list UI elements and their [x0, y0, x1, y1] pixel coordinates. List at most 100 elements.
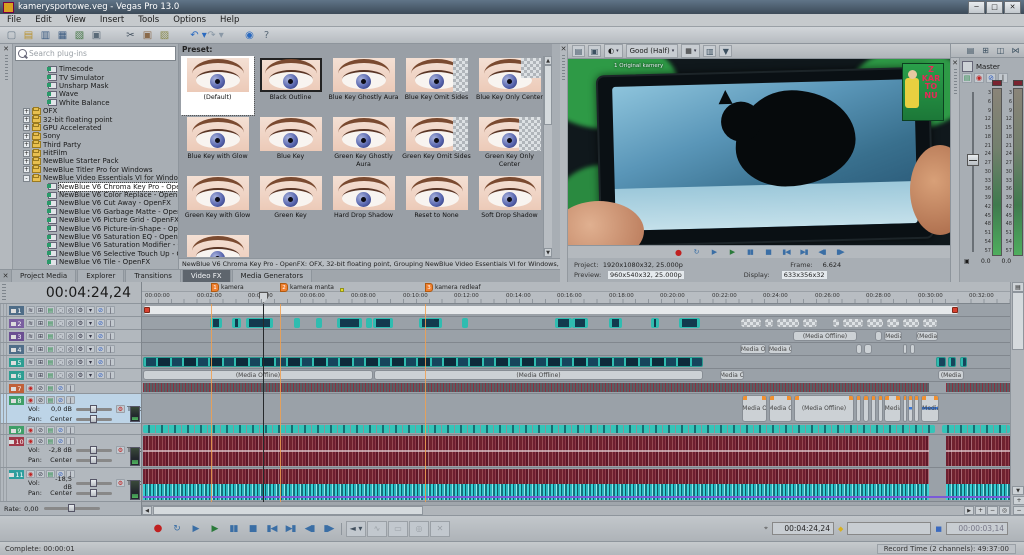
- stop-button[interactable]: ■: [761, 247, 776, 258]
- loop-playback-button[interactable]: ↻: [689, 247, 704, 258]
- bypass-motion-blur-icon[interactable]: ≋: [26, 358, 35, 366]
- track-header[interactable]: 8 ≋⊞▤◌◎⚙▾⊘❘ ◉⊘▤⊘❘ ◉ ⊘ ▤ ⊘ ❘: [0, 394, 141, 424]
- dock-tab[interactable]: Media Generators: [232, 269, 312, 282]
- timeline-event[interactable]: [144, 307, 150, 313]
- timeline-event[interactable]: (Media: [916, 331, 938, 341]
- timeline-event[interactable]: [866, 318, 884, 328]
- menu-item[interactable]: Tools: [131, 14, 166, 27]
- timeline-event[interactable]: [903, 395, 907, 422]
- bypass-motion-blur-icon[interactable]: ≋: [26, 332, 35, 340]
- mixer-properties-button[interactable]: ⋈: [1009, 45, 1022, 56]
- play-button[interactable]: ▶: [205, 521, 224, 537]
- timeline-event[interactable]: (Media Of: [769, 395, 792, 422]
- timeline-event[interactable]: [936, 357, 946, 367]
- whats-this-help-button[interactable]: ?: [258, 28, 275, 43]
- tree-item[interactable]: + NewBlue Titler Pro for Windows: [15, 166, 178, 174]
- dock-tab[interactable]: Explorer: [77, 269, 124, 282]
- automation-settings-icon[interactable]: ❘: [106, 332, 115, 340]
- bypass-motion-blur-icon[interactable]: ≋: [26, 319, 35, 327]
- tree-item[interactable]: NewBlue V6 Chroma Key Pro - OpenFX: [15, 182, 178, 190]
- timeline-event[interactable]: [886, 318, 900, 328]
- master-fader[interactable]: [967, 92, 979, 252]
- automation-settings-icon[interactable]: ❘: [106, 345, 115, 353]
- slider-knob[interactable]: [90, 415, 97, 423]
- timeline-marker[interactable]: 1 kamera: [211, 282, 244, 292]
- tree-item[interactable]: + Third Party: [15, 141, 178, 149]
- track-number-badge[interactable]: 5: [9, 358, 24, 367]
- track-zoom-out-button[interactable]: −: [1013, 506, 1024, 515]
- timeline-event[interactable]: [878, 395, 883, 422]
- timeline-event[interactable]: [143, 305, 959, 315]
- preset-scrollbar[interactable]: ▲ ▼: [543, 56, 552, 257]
- solo-icon[interactable]: ◎: [66, 358, 75, 366]
- tree-item[interactable]: Timecode: [15, 65, 178, 73]
- automation-mode-icon[interactable]: ⚙: [116, 446, 125, 454]
- timeline-event[interactable]: [246, 318, 273, 328]
- track-header[interactable]: 10 ≋⊞▤◌◎⚙▾⊘❘ ◉⊘▤⊘❘ ◉ ⊘ ▤ ⊘: [0, 435, 141, 468]
- mute-icon[interactable]: ⊘: [56, 384, 65, 392]
- dock-tab[interactable]: Video FX: [182, 269, 231, 282]
- track-number-badge[interactable]: 6: [9, 371, 24, 380]
- track-motion-icon[interactable]: ⊞: [36, 345, 45, 353]
- play-button[interactable]: ▶: [725, 247, 740, 258]
- project-properties-button[interactable]: ▤: [572, 45, 585, 57]
- timeline-event[interactable]: [419, 318, 442, 328]
- tree-expand-icon[interactable]: [39, 91, 46, 98]
- compositing-caret-icon[interactable]: ▾: [86, 306, 95, 314]
- solo-icon[interactable]: ◎: [66, 306, 75, 314]
- sep[interactable]: [105, 28, 122, 43]
- dock-close-icon[interactable]: ✕: [0, 271, 11, 282]
- timeline-event[interactable]: (Media: [884, 395, 901, 422]
- timeline-event[interactable]: [942, 425, 1010, 433]
- track-grip[interactable]: [0, 468, 7, 501]
- tree-expand-icon[interactable]: [39, 99, 46, 106]
- tree-item[interactable]: NewBlue V6 Saturation Modifier - OpenFX: [15, 241, 178, 249]
- preview-window-grip[interactable]: ✕: [560, 44, 568, 282]
- track-header[interactable]: 9 ≋⊞▤◌◎⚙▾⊘❘ ◉⊘▤⊘❘ ◉ ⊘ ▤ ⊘ ❘: [0, 424, 141, 435]
- paste-button[interactable]: ▨: [156, 28, 173, 43]
- track-number-badge[interactable]: 7: [9, 384, 24, 393]
- track-lane[interactable]: [142, 435, 1010, 468]
- maximize-button[interactable]: □: [986, 1, 1003, 14]
- bypass-motion-blur-icon[interactable]: ≋: [26, 306, 35, 314]
- go-to-start-button[interactable]: ▮◀: [779, 247, 794, 258]
- timeline-event[interactable]: [143, 357, 703, 367]
- tree-expand-icon[interactable]: [39, 200, 46, 207]
- marker-flag-icon[interactable]: 3: [425, 283, 433, 292]
- preset-item[interactable]: Hard Drop Shadow: [327, 174, 400, 233]
- clip-indicator-right[interactable]: [1013, 80, 1023, 86]
- timeline-event[interactable]: [366, 318, 372, 328]
- pan-slider[interactable]: [76, 459, 112, 462]
- automation-settings-icon[interactable]: ❘: [66, 426, 75, 434]
- tree-item[interactable]: - NewBlue Video Essentials VI for Window…: [15, 174, 178, 182]
- import-media-button[interactable]: ▧: [71, 28, 88, 43]
- menu-item[interactable]: File: [0, 14, 28, 27]
- zoom-tool-button[interactable]: ◎: [999, 506, 1010, 515]
- tree-expand-icon[interactable]: +: [23, 133, 30, 140]
- timeline-event[interactable]: [856, 395, 861, 422]
- tree-item[interactable]: NewBlue V6 Cut Away - OpenFX: [15, 199, 178, 207]
- automation-settings-icon[interactable]: ❘: [106, 371, 115, 379]
- tree-item[interactable]: + Sony: [15, 132, 178, 140]
- tree-item[interactable]: NewBlue V6 Color Replace - OpenFX: [15, 191, 178, 199]
- selection-edit-tool-button[interactable]: ▭: [388, 521, 408, 537]
- timeline-event[interactable]: [462, 318, 468, 328]
- timeline-event[interactable]: [143, 496, 1010, 498]
- timeline-event[interactable]: [902, 318, 920, 328]
- tree-expand-icon[interactable]: -: [23, 175, 30, 182]
- tree-expand-icon[interactable]: [39, 225, 46, 232]
- normal-edit-tool-button[interactable]: ◄ ▾: [346, 521, 366, 537]
- timeline-event[interactable]: (Media Offline): [143, 370, 373, 380]
- volume-slider[interactable]: [76, 482, 112, 485]
- go-to-end-button[interactable]: ▶▮: [797, 247, 812, 258]
- pause-button[interactable]: ▮▮: [743, 247, 758, 258]
- undo-button[interactable]: ↶ ▾: [190, 28, 207, 43]
- track-motion-icon[interactable]: ⊞: [36, 332, 45, 340]
- cut-button[interactable]: ✂: [122, 28, 139, 43]
- arm-record-icon[interactable]: ◉: [26, 396, 35, 404]
- record-button[interactable]: ●: [148, 521, 167, 537]
- tree-expand-icon[interactable]: +: [23, 150, 30, 157]
- track-number-badge[interactable]: 8: [9, 396, 24, 405]
- invert-phase-icon[interactable]: ⊘: [36, 437, 45, 445]
- mute-icon[interactable]: ⊘: [56, 426, 65, 434]
